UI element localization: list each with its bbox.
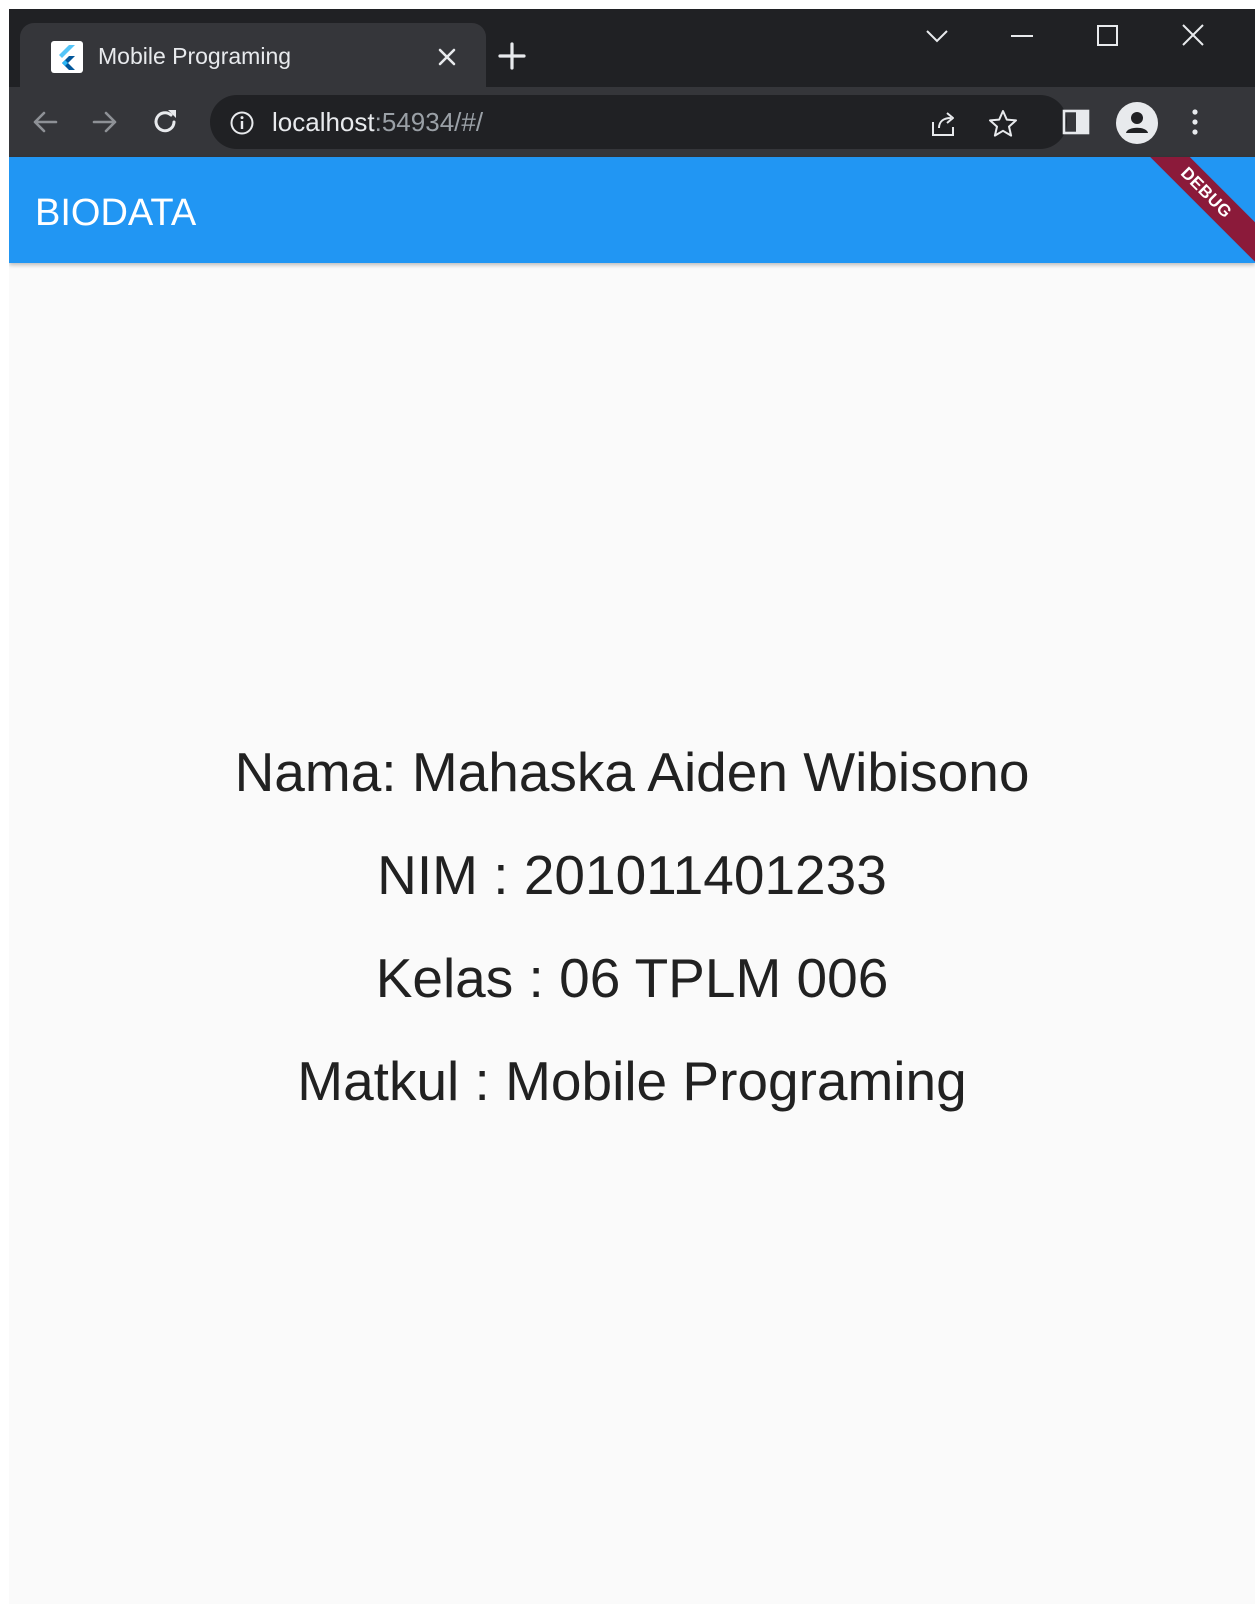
side-panel-icon[interactable]: [1058, 104, 1094, 140]
maximize-icon[interactable]: [1087, 21, 1127, 51]
debug-banner: DEBUG: [1135, 157, 1255, 263]
address-bar[interactable]: localhost:54934/#/: [210, 95, 1067, 149]
matkul-text: Matkul : Mobile Programing: [297, 1050, 967, 1112]
url-text[interactable]: localhost:54934/#/: [272, 107, 483, 137]
info-icon[interactable]: [228, 109, 256, 137]
page-title: BIODATA: [35, 192, 197, 234]
star-icon[interactable]: [987, 108, 1019, 140]
plus-icon[interactable]: [495, 39, 529, 73]
minimize-icon[interactable]: [1002, 21, 1042, 51]
browser-tab[interactable]: Mobile Programing: [20, 23, 486, 87]
nama-text: Nama: Mahaska Aiden Wibisono: [234, 741, 1030, 803]
app-bar: BIODATA DEBUG: [9, 157, 1255, 263]
browser-toolbar: localhost:54934/#/: [9, 87, 1255, 157]
profile-icon[interactable]: [1116, 102, 1158, 144]
back-icon[interactable]: [27, 104, 63, 140]
tab-strip: Mobile Programing: [9, 9, 1255, 87]
forward-icon[interactable]: [87, 104, 123, 140]
biodata-column: Nama: Mahaska Aiden Wibisono NIM : 20101…: [9, 721, 1255, 1133]
url-path: :54934/#/: [374, 107, 484, 137]
reload-icon[interactable]: [147, 104, 183, 140]
browser-window: Mobile Programing localhost:54934/#/ BIO…: [9, 9, 1255, 1604]
nim-text: NIM : 201011401233: [377, 844, 887, 906]
kelas-text: Kelas : 06 TPLM 006: [375, 947, 889, 1009]
url-host: localhost: [272, 107, 375, 137]
flutter-icon: [51, 41, 83, 73]
tab-close-icon[interactable]: [432, 42, 462, 72]
app-body: Nama: Mahaska Aiden Wibisono NIM : 20101…: [9, 263, 1255, 1604]
share-icon[interactable]: [928, 108, 960, 140]
tab-title: Mobile Programing: [98, 43, 292, 69]
menu-icon[interactable]: [1177, 104, 1213, 140]
tab-search-icon[interactable]: [917, 21, 957, 51]
close-icon[interactable]: [1173, 21, 1213, 51]
